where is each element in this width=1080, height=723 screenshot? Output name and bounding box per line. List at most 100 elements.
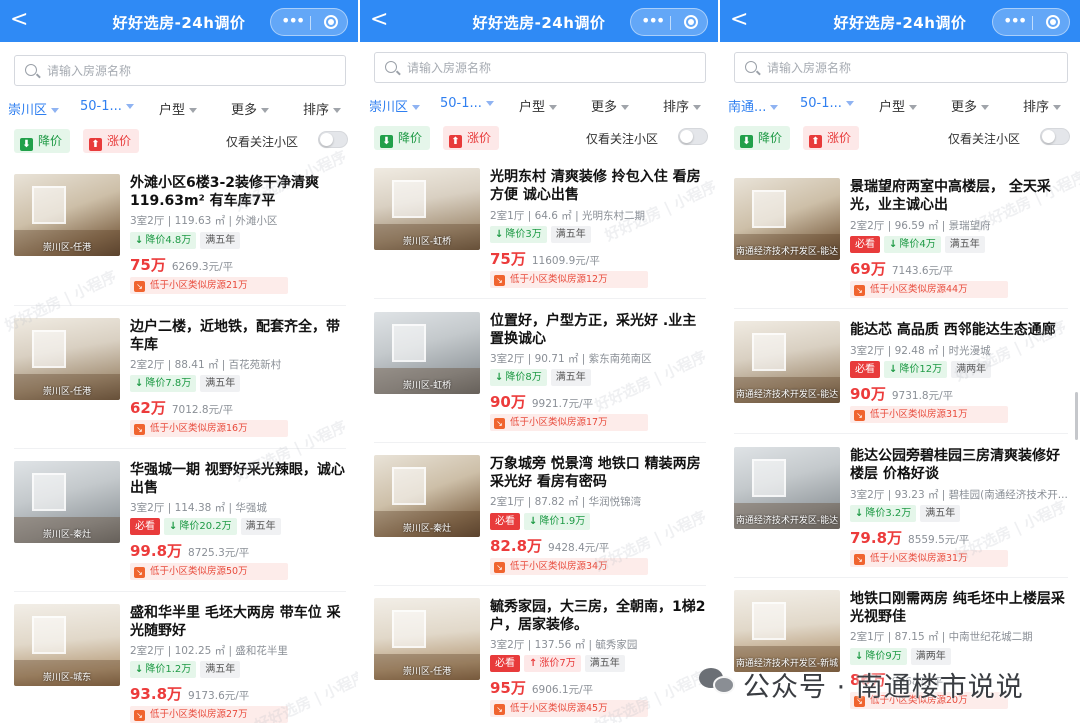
hot-icon: ↘	[494, 562, 505, 573]
listing-card[interactable]: 崇川区-虹桥 光明东村 清爽装修 拎包入住 看房方便 诚心出售 2室1厅 | 6…	[360, 168, 718, 303]
chevron-down-icon	[549, 105, 558, 110]
filter-district[interactable]: 崇川区	[8, 99, 60, 118]
total-price: 93.8万	[130, 685, 183, 703]
hot-icon: ↘	[494, 704, 505, 715]
price-down-chip[interactable]: ⬇ 降价	[734, 126, 791, 150]
filter-more[interactable]: 更多	[591, 96, 630, 115]
listing-tags: ↓ 降价8万 满五年	[490, 369, 710, 386]
search-box[interactable]	[734, 52, 1068, 83]
chevron-down-icon	[770, 105, 779, 110]
price-up-chip[interactable]: ⬆ 涨价	[443, 126, 500, 150]
listing-title: 能达公园旁碧桂园三房清爽装修好楼层 价格好谈	[850, 448, 1060, 482]
listing-meta: 2室1厅 | 87.82 ㎡ | 华润悦锦湾	[490, 496, 642, 508]
close-target-icon[interactable]	[684, 15, 698, 29]
filter-more-label: 更多	[591, 100, 618, 115]
listing-tags: ↓ 降价4.8万 满五年	[130, 232, 350, 249]
listing-card[interactable]: 崇川区-秦灶 万象城旁 悦景湾 地铁口 精装两房采光好 看房有密码 2室1厅 |…	[360, 455, 718, 590]
bubble-shape	[713, 676, 735, 694]
unit-price: 11609.9元/平	[531, 255, 600, 267]
filter-more[interactable]: 更多	[231, 99, 270, 118]
below-market-badge: ↘ 低于小区类似房源12万	[490, 271, 648, 288]
listing-card[interactable]: 崇川区-任港 外滩小区6楼3-2装修干净清爽119.63m² 有车库7平 3室2…	[0, 174, 358, 309]
chevron-down-icon	[125, 104, 134, 109]
ownership-tag: 满五年	[240, 518, 281, 535]
chevron-down-icon	[333, 108, 342, 113]
quick-filter-row: ⬇ 降价 ⬆ 涨价 仅看关注小区	[0, 129, 358, 153]
must-see-tag: 必看	[850, 236, 880, 253]
listing-location: 南通经济技术开发区-能达	[735, 247, 839, 257]
filter-sort-label: 排序	[663, 100, 690, 115]
divider	[14, 591, 346, 592]
listing-location: 崇川区-秦灶	[402, 524, 452, 534]
price-down-label: 降价	[398, 131, 423, 145]
focus-only-toggle[interactable]	[678, 128, 708, 145]
more-dots-icon[interactable]: •••	[1003, 11, 1027, 30]
price-drop-text: 降价7.8万	[145, 378, 192, 389]
unit-price: 6906.1元/平	[531, 684, 594, 696]
listing-card[interactable]: 崇川区-任港 边户二楼，近地铁，配套齐全，带车库 2室2厅 | 88.41 ㎡ …	[0, 318, 358, 453]
listing-card[interactable]: 南通经济技术开发区-能达 景瑞望府两室中高楼层， 全天采光，业主诚心出 2室2厅…	[720, 178, 1080, 313]
filter-layout[interactable]: 户型	[879, 96, 918, 115]
more-dots-icon[interactable]: •••	[281, 11, 305, 30]
must-see-tag: 必看	[130, 518, 160, 535]
total-price: 62万	[130, 399, 166, 417]
filter-sort[interactable]: 排序	[663, 96, 702, 115]
ownership-tag: 满五年	[200, 375, 241, 392]
scrollbar[interactable]	[1075, 392, 1078, 440]
search-input[interactable]	[767, 58, 1027, 78]
listing-meta: 3室2厅 | 119.63 ㎡ | 外滩小区	[130, 215, 278, 227]
listing-card[interactable]: 南通经济技术开发区-能达 能达公园旁碧桂园三房清爽装修好楼层 价格好谈 3室2厅…	[720, 447, 1080, 582]
listing-card[interactable]: 崇川区-虹桥 位置好，户型方正，采光好 .业主置换诚心 3室2厅 | 90.71…	[360, 312, 718, 447]
window-shape	[752, 459, 786, 497]
filter-price[interactable]: 50-1...	[440, 96, 494, 111]
listing-card[interactable]: 崇川区-城东 盛和华半里 毛坯大两房 带车位 采光随野好 2室2厅 | 102.…	[0, 604, 358, 723]
listing-location: 崇川区-任港	[402, 667, 452, 677]
search-box[interactable]	[14, 55, 346, 86]
phone-panel-3: < 好好选房-24h调价 ••• 南通... 50-1... 户型 更多 排序 …	[720, 0, 1080, 723]
miniprogram-capsule: •••	[630, 8, 708, 36]
price-down-chip[interactable]: ⬇ 降价	[374, 126, 431, 150]
filter-district[interactable]: 南通...	[728, 96, 779, 115]
ownership-tag: 满五年	[584, 655, 625, 672]
hot-icon: ↘	[134, 424, 145, 435]
filter-more[interactable]: 更多	[951, 96, 990, 115]
filter-price[interactable]: 50-1...	[80, 99, 134, 114]
hot-icon: ↘	[134, 567, 145, 578]
divider	[734, 433, 1068, 434]
listing-card[interactable]: 崇川区-任港 毓秀家园，大三房，全朝南，1梯2户，居家装修。 3室2厅 | 13…	[360, 598, 718, 723]
close-target-icon[interactable]	[1046, 15, 1060, 29]
filter-price[interactable]: 50-1...	[800, 96, 854, 111]
below-market-text: 低于小区类似房源12万	[510, 274, 608, 285]
window-shape	[392, 467, 426, 505]
below-market-badge: ↘ 低于小区类似房源50万	[130, 563, 288, 580]
filter-sort[interactable]: 排序	[303, 99, 342, 118]
search-input[interactable]	[407, 58, 667, 78]
focus-only-toggle[interactable]	[318, 131, 348, 148]
listing-card[interactable]: 崇川区-秦灶 华强城一期 视野好采光辣眼，诚心出售 3室2厅 | 114.38 …	[0, 461, 358, 596]
price-up-chip[interactable]: ⬆ 涨价	[803, 126, 860, 150]
filter-district[interactable]: 崇川区	[369, 96, 421, 115]
price-up-chip[interactable]: ⬆ 涨价	[83, 129, 140, 153]
below-market-badge: ↘ 低于小区类似房源34万	[490, 558, 648, 575]
hot-icon: ↘	[134, 710, 145, 721]
below-market-badge: ↘ 低于小区类似房源16万	[130, 420, 288, 437]
unit-price: 9173.6元/平	[188, 690, 250, 702]
filter-layout[interactable]: 户型	[519, 96, 558, 115]
quick-filter-row: ⬇ 降价 ⬆ 涨价 仅看关注小区	[360, 126, 718, 150]
focus-only-toggle[interactable]	[1040, 128, 1070, 145]
focus-only-label: 仅看关注小区	[585, 132, 658, 146]
miniprogram-capsule: •••	[992, 8, 1070, 36]
filter-sort[interactable]: 排序	[1023, 96, 1062, 115]
arrow-up-icon: ⬆	[809, 135, 822, 148]
listing-title: 毓秀家园，大三房，全朝南，1梯2户，居家装修。	[490, 599, 706, 633]
more-dots-icon[interactable]: •••	[641, 11, 665, 30]
divider	[734, 308, 1068, 309]
search-input[interactable]	[47, 61, 307, 81]
price-down-chip[interactable]: ⬇ 降价	[14, 129, 71, 153]
search-box[interactable]	[374, 52, 706, 83]
listing-card[interactable]: 南通经济技术开发区-能达 能达芯 高品质 西邻能达生态通廊 3室2厅 | 92.…	[720, 321, 1080, 456]
filter-layout[interactable]: 户型	[159, 99, 198, 118]
close-target-icon[interactable]	[324, 15, 338, 29]
arrow-down-icon: ⬇	[740, 135, 753, 148]
chevron-down-icon	[621, 105, 630, 110]
